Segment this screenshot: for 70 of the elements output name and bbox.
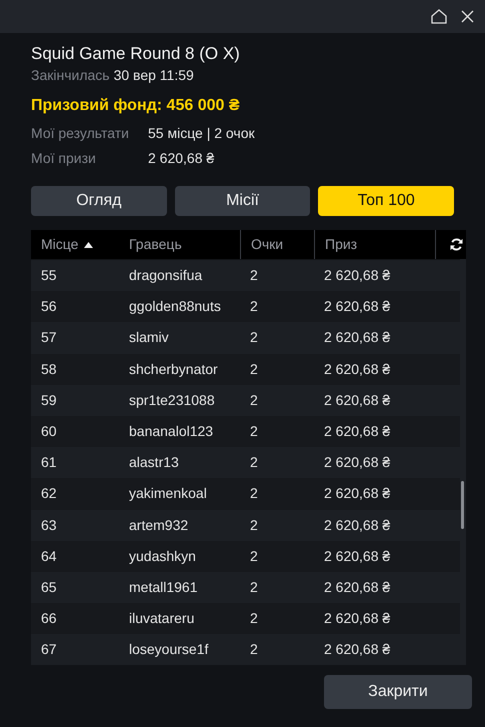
prize-cell-text: 2 620,68 ₴ bbox=[323, 609, 392, 628]
prize-cell-text: 2 620,68 ₴ bbox=[323, 266, 392, 286]
rank-cell-text: 65 bbox=[40, 578, 58, 597]
tournament-title: Squid Game Round 8 (O X) bbox=[31, 43, 241, 65]
prize-cell-text: 2 620,68 ₴ bbox=[323, 422, 392, 442]
player-cell-text: yakimenkoal bbox=[128, 484, 208, 504]
prize-cell-text: 2 620,68 ₴ bbox=[323, 360, 392, 379]
points-cell-text: 2 bbox=[249, 328, 259, 348]
player-cell-text: artem932 bbox=[128, 516, 190, 535]
stat-value: 2 620,68 ₴ bbox=[148, 149, 214, 168]
rank-cell-text: 63 bbox=[40, 516, 58, 535]
player-cell-text: shcherbynator bbox=[128, 360, 219, 379]
rank-cell-text: 60 bbox=[40, 422, 58, 442]
prize-cell-text: 2 620,68 ₴ bbox=[323, 546, 392, 566]
points-cell-text: 2 bbox=[249, 266, 259, 286]
rank-cell-text: 64 bbox=[40, 546, 58, 566]
player-cell-text: alastr13 bbox=[128, 453, 180, 472]
rank-cell-text: 61 bbox=[40, 453, 58, 472]
points-cell-text: 2 bbox=[249, 484, 259, 504]
tab[interactable]: Топ 100 bbox=[318, 186, 454, 216]
prize-cell-text: 2 620,68 ₴ bbox=[323, 578, 392, 597]
ended-label: Закінчилась bbox=[31, 66, 110, 85]
points-cell-text: 2 bbox=[249, 609, 259, 628]
player-cell-text: ggolden88nuts bbox=[128, 297, 222, 316]
player-cell-text: iluvatareru bbox=[128, 609, 196, 628]
close-dialog-button[interactable]: Закрити bbox=[324, 675, 472, 710]
rank-cell-text: 58 bbox=[40, 360, 58, 379]
player-cell-text: loseyourse1f bbox=[128, 640, 210, 660]
player-cell-text: slamiv bbox=[128, 328, 170, 348]
player-cell-text: yudashkyn bbox=[128, 546, 197, 566]
rank-cell-text: 55 bbox=[40, 266, 58, 286]
rank-cell-text: 66 bbox=[40, 609, 58, 628]
player-cell-text: dragonsifua bbox=[128, 266, 204, 286]
column-header[interactable]: Гравець bbox=[119, 230, 240, 259]
rank-cell-text: 59 bbox=[40, 390, 58, 410]
column-header[interactable]: Місце bbox=[31, 230, 119, 259]
points-cell-text: 2 bbox=[249, 360, 259, 379]
points-cell-text: 2 bbox=[249, 453, 259, 472]
points-cell-text: 2 bbox=[249, 390, 259, 410]
points-cell-text: 2 bbox=[249, 546, 259, 566]
column-header[interactable]: Очки bbox=[240, 230, 314, 259]
prize-cell-text: 2 620,68 ₴ bbox=[323, 453, 392, 472]
prize-fund: Призовий фонд: 456 000 ₴ bbox=[31, 96, 240, 116]
points-cell-text: 2 bbox=[249, 578, 259, 597]
scrollbar-thumb[interactable] bbox=[461, 481, 464, 529]
tab[interactable]: Місії bbox=[174, 186, 310, 216]
prize-cell-text: 2 620,68 ₴ bbox=[323, 297, 392, 316]
rank-cell-text: 57 bbox=[40, 328, 58, 348]
prize-cell-text: 2 620,68 ₴ bbox=[323, 484, 392, 504]
player-cell-text: bananalol123 bbox=[128, 422, 214, 442]
points-cell-text: 2 bbox=[249, 422, 259, 442]
tab[interactable]: Огляд bbox=[31, 186, 167, 216]
column-header[interactable]: Приз bbox=[314, 230, 435, 259]
points-cell-text: 2 bbox=[249, 297, 259, 316]
prize-cell-text: 2 620,68 ₴ bbox=[323, 390, 392, 410]
points-cell-text: 2 bbox=[249, 640, 259, 660]
stat-label: Мої результати bbox=[31, 124, 130, 143]
stat-label: Мої призи bbox=[31, 149, 97, 168]
ended-date: 30 вер 11:59 bbox=[114, 66, 194, 85]
prize-cell-text: 2 620,68 ₴ bbox=[323, 516, 392, 535]
prize-cell-text: 2 620,68 ₴ bbox=[323, 640, 392, 660]
rank-cell-text: 56 bbox=[40, 297, 58, 316]
player-cell-text: metall1961 bbox=[128, 578, 198, 597]
player-cell-text: spr1te231088 bbox=[128, 390, 216, 410]
home-button[interactable] bbox=[429, 6, 449, 26]
prize-cell-text: 2 620,68 ₴ bbox=[323, 328, 392, 348]
points-cell-text: 2 bbox=[249, 516, 259, 535]
rank-cell-text: 67 bbox=[40, 640, 58, 660]
stat-value: 55 місце | 2 очок bbox=[148, 124, 255, 143]
rank-cell-text: 62 bbox=[40, 484, 58, 504]
